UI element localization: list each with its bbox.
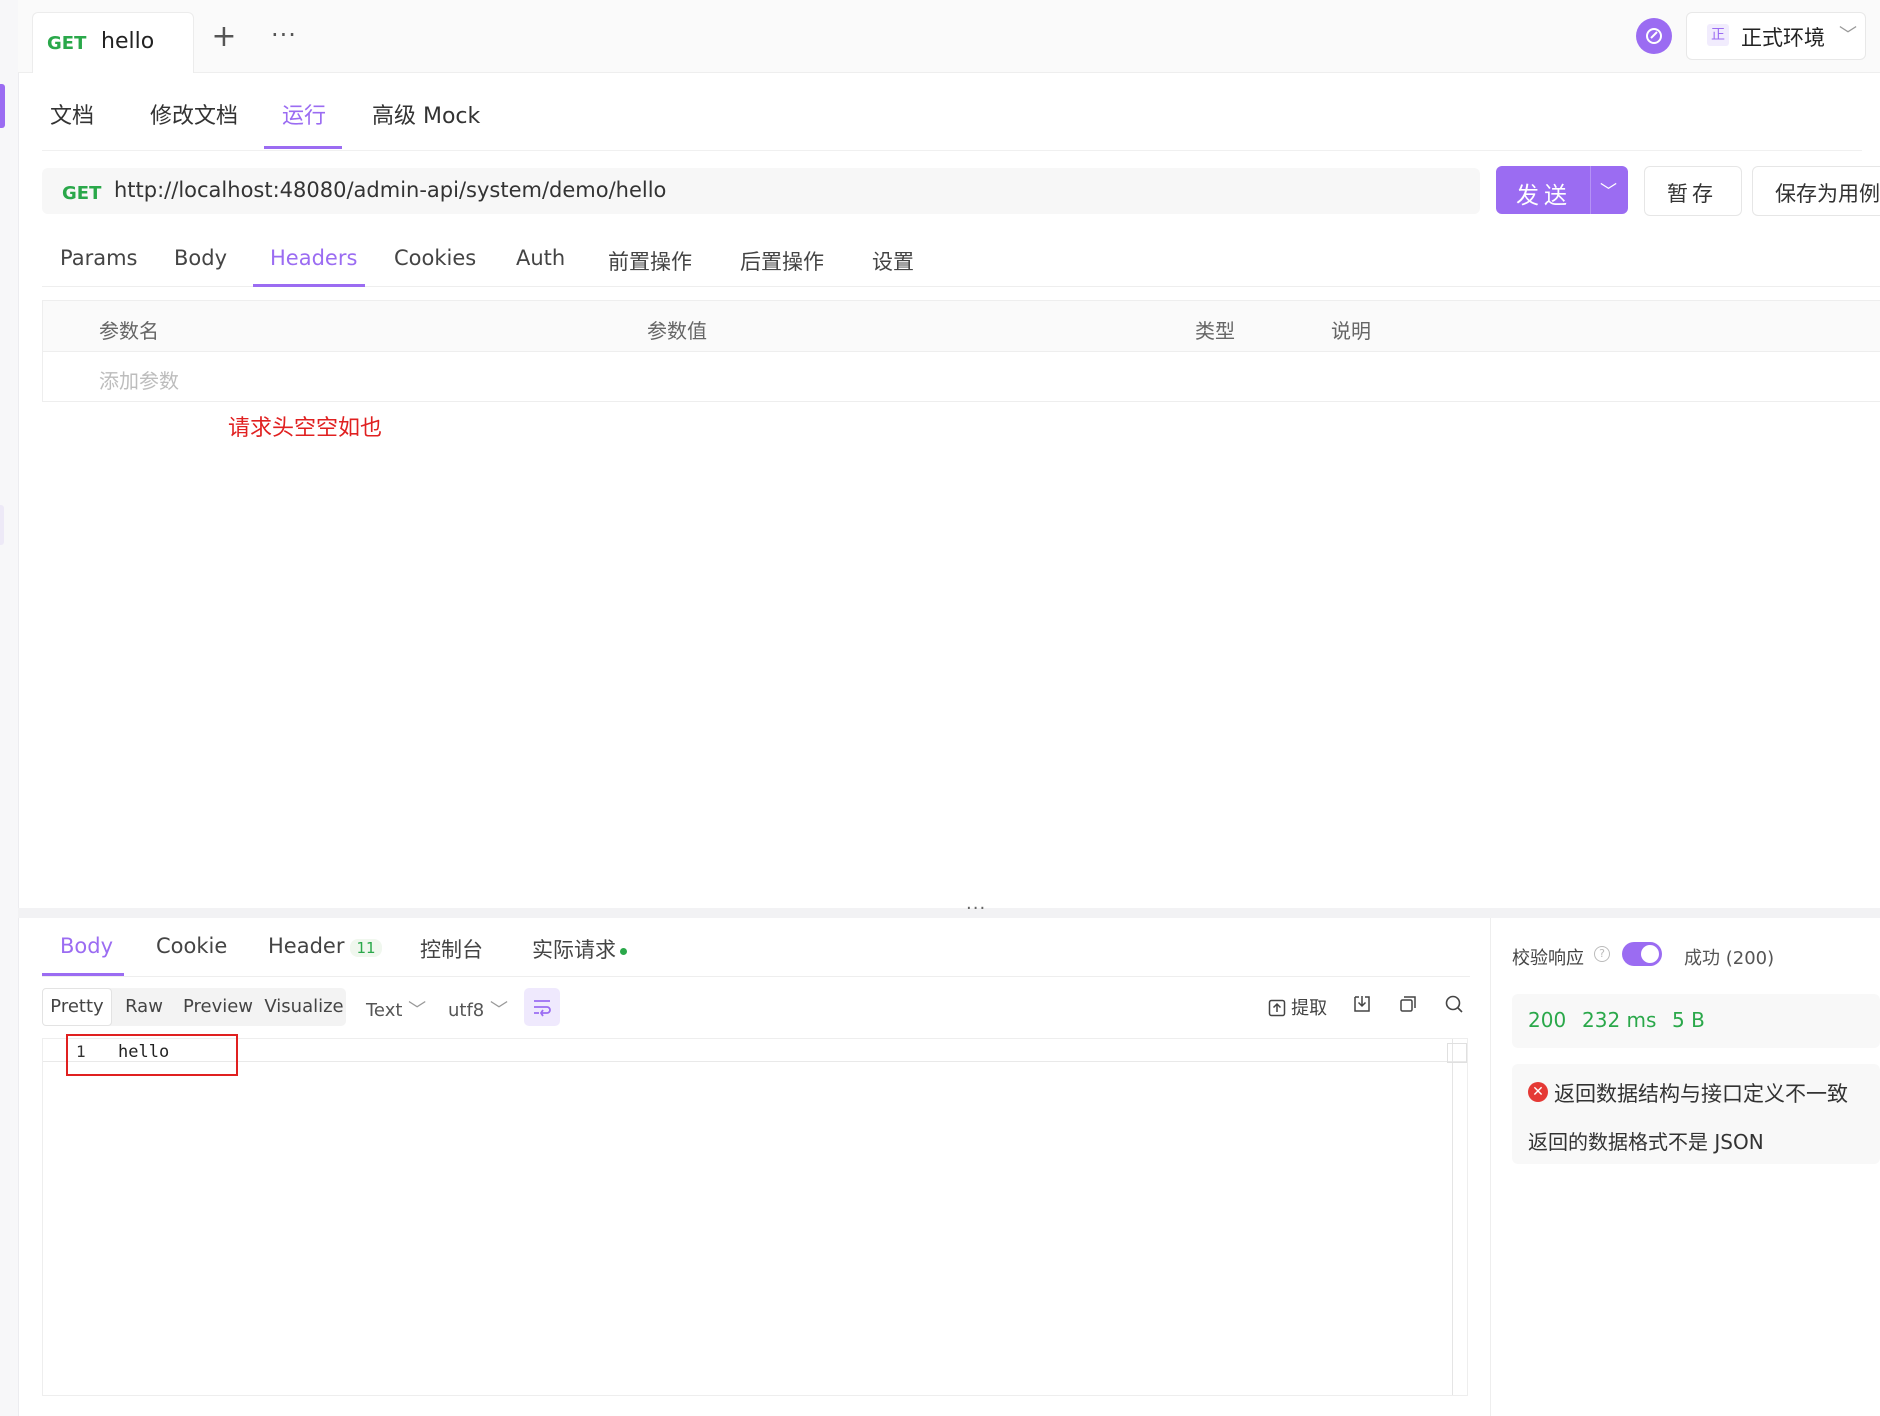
send-button[interactable]: 发送 ﹀ [1496, 166, 1628, 214]
tab-run[interactable]: 运行 [282, 98, 326, 130]
response-editor[interactable] [42, 1038, 1468, 1396]
view-mode-pretty[interactable]: Pretty [42, 988, 112, 1026]
extract-button[interactable]: 提取 [1268, 994, 1327, 1020]
save-as-case-button[interactable]: 保存为用例 [1752, 166, 1880, 216]
extract-label: 提取 [1291, 998, 1328, 1019]
response-stats: 200 232 ms 5 B [1512, 994, 1880, 1048]
save-button[interactable]: 暂存 [1644, 166, 1742, 216]
tab-settings[interactable]: 设置 [872, 246, 914, 276]
doc-tabs: 文档 修改文档 运行 高级 Mock [42, 74, 1862, 151]
column-name: 参数名 [99, 319, 159, 343]
rail-active-marker [0, 84, 5, 128]
tab-console[interactable]: 控制台 [420, 934, 483, 964]
response-summary-pane [1490, 918, 1880, 1416]
active-tab-indicator [264, 146, 342, 149]
status-code: 200 [1528, 1008, 1567, 1032]
request-tab-method: GET [47, 33, 87, 54]
copy-icon[interactable] [1398, 994, 1418, 1020]
help-icon[interactable]: ? [1594, 946, 1610, 962]
tab-response-body[interactable]: Body [60, 934, 113, 958]
tab-auth[interactable]: Auth [516, 246, 565, 270]
save-button-label: 暂存 [1667, 182, 1717, 206]
editor-current-line [43, 1039, 1467, 1062]
chevron-down-icon[interactable]: ﹀ [1600, 177, 1617, 202]
encoding-select[interactable]: utf8 ﹀ [448, 996, 508, 1022]
chevron-down-icon: ﹀ [490, 1000, 508, 1021]
word-wrap-icon[interactable] [524, 988, 560, 1026]
more-icon[interactable]: ··· [268, 22, 300, 54]
tab-cookies[interactable]: Cookies [394, 246, 476, 270]
drag-handle-icon[interactable]: ··· [966, 898, 986, 919]
tab-pre-request[interactable]: 前置操作 [608, 246, 692, 276]
view-mode-visualize[interactable]: Visualize [262, 988, 346, 1026]
tab-edit-doc[interactable]: 修改文档 [150, 98, 238, 130]
tab-params[interactable]: Params [60, 246, 138, 270]
rail-marker [0, 505, 4, 545]
column-description: 说明 [1331, 319, 1371, 343]
tab-advanced-mock[interactable]: 高级 Mock [372, 98, 480, 130]
tab-body[interactable]: Body [174, 246, 227, 270]
tab-post-request[interactable]: 后置操作 [740, 246, 824, 276]
error-icon: ✕ [1528, 1082, 1548, 1102]
validate-toggle[interactable] [1622, 942, 1662, 966]
tab-actual-request[interactable]: 实际请求 [532, 934, 627, 964]
column-value: 参数值 [647, 319, 707, 343]
download-icon[interactable] [1352, 994, 1372, 1020]
format-type-select[interactable]: Text ﹀ [366, 996, 426, 1022]
encoding-value: utf8 [448, 1000, 485, 1021]
chevron-down-icon: ﹀ [408, 1000, 427, 1021]
column-type: 类型 [1195, 319, 1235, 343]
environment-badge: 正 [1707, 24, 1729, 46]
validation-status: 成功 (200) [1684, 948, 1775, 969]
view-mode-raw[interactable]: Raw [114, 988, 174, 1026]
format-type-value: Text [366, 1000, 403, 1021]
active-response-tab-indicator [42, 973, 124, 976]
new-tab-button[interactable]: + [208, 22, 240, 54]
live-dot-icon [620, 947, 627, 955]
url-method[interactable]: GET [62, 183, 101, 204]
response-time: 232 ms [1582, 1008, 1657, 1032]
tab-response-header[interactable]: Header 11 [268, 934, 382, 958]
highlight-box [66, 1034, 238, 1076]
toggle-knob [1641, 945, 1659, 963]
extract-icon [1268, 999, 1286, 1017]
validation-error: ✕ 返回数据结构与接口定义不一致 返回的数据格式不是 JSON [1512, 1064, 1880, 1164]
table-header-row: 参数名 参数值 类型 说明 [43, 301, 1880, 352]
editor-scrollbar[interactable] [1452, 1039, 1453, 1395]
save-as-case-label: 保存为用例 [1775, 182, 1880, 206]
annotation-text: 请求头空空如也 [228, 416, 383, 441]
pane-splitter[interactable] [18, 908, 1880, 918]
add-param-input[interactable]: 添加参数 [99, 365, 179, 394]
request-tab-name: hello [101, 29, 155, 54]
header-count-badge: 11 [350, 939, 382, 957]
left-rail [0, 0, 19, 1416]
response-size: 5 B [1672, 1008, 1705, 1032]
environment-name: 正式环境 [1741, 26, 1825, 50]
scroll-handle[interactable] [1447, 1043, 1467, 1063]
chevron-down-icon: ﹀ [1839, 25, 1857, 46]
sync-icon[interactable] [1636, 18, 1672, 54]
param-tabs: Params Body Headers Cookies Auth 前置操作 后置… [42, 228, 1880, 287]
response-tabs: Body Cookie Header 11 控制台 实际请求 [42, 928, 1470, 977]
url-input[interactable]: http://localhost:48080/admin-api/system/… [114, 178, 666, 202]
request-tab[interactable]: GET hello [32, 12, 194, 73]
send-divider [1590, 166, 1591, 214]
error-title: 返回数据结构与接口定义不一致 [1554, 1082, 1848, 1106]
tab-actual-request-label: 实际请求 [532, 938, 616, 962]
validate-response-label: 校验响应 [1512, 948, 1584, 969]
view-mode-preview[interactable]: Preview [176, 988, 260, 1026]
error-description: 返回的数据格式不是 JSON [1528, 1130, 1764, 1154]
active-param-tab-indicator [253, 284, 365, 287]
url-bar[interactable]: GET http://localhost:48080/admin-api/sys… [42, 168, 1480, 214]
tab-doc[interactable]: 文档 [50, 98, 94, 130]
view-mode-segmented: Pretty Raw Preview Visualize [42, 988, 346, 1026]
tab-response-header-label: Header [268, 934, 345, 958]
tab-response-cookie-label: Cookie [156, 934, 228, 958]
tab-response-cookie[interactable]: Cookie [156, 934, 227, 958]
send-button-label: 发送 [1516, 183, 1572, 209]
environment-select[interactable]: 正 正式环境 ﹀ [1686, 12, 1866, 60]
search-icon[interactable] [1444, 994, 1464, 1020]
headers-table: 参数名 参数值 类型 说明 添加参数 [42, 300, 1880, 402]
tab-headers[interactable]: Headers [270, 246, 357, 270]
